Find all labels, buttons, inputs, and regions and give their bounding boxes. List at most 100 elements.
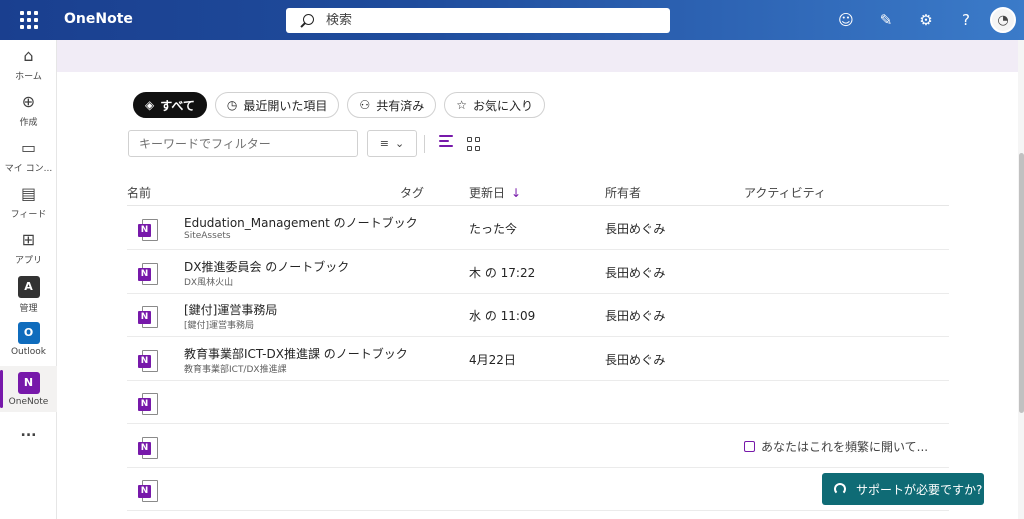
- tab-recent[interactable]: ◷ 最近開いた項目: [214, 92, 340, 118]
- top-banner: [57, 40, 1018, 72]
- owner-name: 長田めぐみ: [605, 309, 666, 323]
- updated-date: たった今: [469, 222, 518, 236]
- rail-item-my-content[interactable]: ▭ マイ コン...: [0, 138, 57, 174]
- search-icon: [300, 13, 314, 28]
- cube-icon: ◈: [145, 98, 155, 112]
- updated-date: 水 の 11:09: [469, 309, 536, 323]
- tab-shared[interactable]: ⚇ 共有済み: [347, 92, 437, 118]
- tab-label: 共有済み: [376, 98, 425, 113]
- rail-item-apps[interactable]: ⊞ アプリ: [0, 230, 57, 266]
- table-row[interactable]: N あなたはこれを頻繁に開いて...: [127, 425, 949, 468]
- tab-bar: ◈ すべて ◷ 最近開いた項目 ⚇ 共有済み ☆ お気に入り: [133, 92, 545, 118]
- activity: あなたはこれを頻繁に開いて...: [744, 438, 928, 455]
- owner-name: 長田めぐみ: [605, 265, 666, 280]
- rail-item-feed[interactable]: ▤ フィード: [0, 184, 57, 220]
- updated-date: 4月22日: [469, 352, 516, 367]
- onenote-notebook-icon: N: [138, 306, 158, 328]
- rail-item-label: アプリ: [14, 256, 42, 266]
- feedback-icon[interactable]: ✎: [866, 0, 906, 40]
- rail-item-label: フィード: [10, 210, 47, 220]
- onenote-notebook-icon: N: [138, 262, 158, 285]
- table-row[interactable]: N 教育事業部ICT-DX推進課 のノートブック教育事業部ICT/DX推進課 4月2…: [127, 338, 949, 381]
- keyword-filter-input[interactable]: [128, 130, 358, 157]
- rail-item-label: OneNote: [8, 397, 49, 407]
- column-header-name[interactable]: 名前: [127, 184, 151, 201]
- search-box[interactable]: [286, 8, 670, 33]
- onenote-notebook-icon: N: [138, 436, 158, 459]
- rail-item-create[interactable]: ⊕ 作成: [0, 92, 57, 128]
- support-button[interactable]: サポートが必要ですか?: [822, 473, 984, 505]
- onenote-notebook-icon: N: [138, 349, 158, 372]
- feed-icon: ▤: [20, 184, 37, 203]
- rail-item-home[interactable]: ⌂ ホーム: [0, 46, 57, 82]
- table-row[interactable]: N [鍵付]運営事務局 [鍵付]運営事務局 水 の 11:09 長田めぐみ: [127, 294, 949, 337]
- column-header-updated[interactable]: 更新日 ↓: [469, 184, 521, 201]
- scrollbar-thumb[interactable]: [1019, 153, 1024, 413]
- help-icon[interactable]: ?: [946, 0, 986, 40]
- updated-date: 木 の 17:22: [469, 265, 536, 280]
- filter-dropdown-button[interactable]: ≡ ⌄: [367, 130, 417, 157]
- table-header: 名前 タグ 更新日 ↓ 所有者 アクティビティ: [127, 176, 949, 206]
- onenote-notebook-icon: N: [138, 393, 158, 415]
- rail-item-outlook[interactable]: O Outlook: [0, 322, 57, 357]
- tab-all[interactable]: ◈ すべて: [133, 92, 207, 118]
- scrollbar[interactable]: [1018, 40, 1024, 519]
- admin-icon: A: [17, 276, 40, 298]
- column-header-tag[interactable]: タグ: [400, 184, 424, 201]
- tab-label: すべて: [160, 98, 195, 113]
- filter-lines-icon: ≡: [379, 137, 389, 150]
- table-row[interactable]: N: [127, 381, 949, 424]
- support-label: サポートが必要ですか?: [856, 482, 983, 497]
- top-bar: OneNote ☺ ✎ ⚙ ? ◔: [0, 0, 1024, 40]
- main-content: ◈ すべて ◷ 最近開いた項目 ⚇ 共有済み ☆ お気に入り ≡ ⌄ 名前 タグ…: [57, 72, 1018, 519]
- rail-item-label: マイ コン...: [4, 164, 53, 174]
- notebook-name[interactable]: 教育事業部ICT-DX推進課 のノートブック: [184, 345, 408, 362]
- top-icons: ☺ ✎ ⚙ ? ◔: [826, 0, 1024, 40]
- rail-item-label: ホーム: [15, 72, 42, 82]
- app-rail: ⌂ ホーム ⊕ 作成 ▭ マイ コン... ▤ フィード ⊞ アプリ A 管理 …: [0, 40, 57, 519]
- owner-name: 長田めぐみ: [605, 352, 666, 367]
- folder-icon: ▭: [20, 138, 37, 157]
- notebook-location: SiteAssets: [184, 231, 231, 241]
- notebook-location: DX風林火山: [184, 277, 234, 288]
- notebook-name[interactable]: [鍵付]運営事務局: [184, 301, 277, 318]
- column-header-owner[interactable]: 所有者: [605, 184, 641, 201]
- people-icon: ⚇: [359, 98, 371, 112]
- column-header-label: 更新日: [469, 186, 506, 200]
- tab-label: 最近開いた項目: [243, 98, 328, 113]
- onenote-notebook-icon: N: [138, 480, 158, 502]
- outlook-icon: O: [17, 322, 40, 344]
- notebook-location: [鍵付]運営事務局: [184, 321, 255, 331]
- app-name[interactable]: OneNote: [64, 11, 133, 27]
- open-external-icon: [744, 440, 755, 452]
- clock-icon: ◷: [226, 98, 238, 112]
- sort-down-arrow-icon: ↓: [511, 186, 522, 200]
- rail-more-button[interactable]: ...: [0, 424, 57, 440]
- settings-gear-icon[interactable]: ⚙: [906, 0, 946, 40]
- apps-icon: ⊞: [21, 230, 36, 249]
- rail-item-label: Outlook: [10, 347, 47, 357]
- grid-view-icon[interactable]: [467, 137, 481, 151]
- headset-icon: [834, 483, 846, 495]
- star-icon: ☆: [456, 98, 467, 112]
- notebook-name[interactable]: Edudation_Management のノートブック: [184, 214, 418, 231]
- rail-item-onenote[interactable]: N OneNote: [0, 366, 57, 412]
- divider: [424, 135, 425, 153]
- avatar[interactable]: ◔: [990, 7, 1016, 33]
- tab-label: お気に入り: [472, 98, 533, 113]
- onenote-notebook-icon: N: [138, 219, 158, 241]
- tab-favorites[interactable]: ☆ お気に入り: [444, 92, 545, 118]
- table-row[interactable]: N DX推進委員会 のノートブック DX風林火山 木 の 17:22 長田めぐみ: [127, 251, 949, 294]
- rail-item-label: 作成: [19, 118, 38, 128]
- smiley-icon[interactable]: ☺: [826, 0, 866, 40]
- notebook-location: 教育事業部ICT/DX推進課: [184, 364, 287, 375]
- waffle-icon[interactable]: [20, 11, 38, 29]
- list-view-icon[interactable]: [439, 135, 453, 151]
- column-header-activity[interactable]: アクティビティ: [744, 184, 826, 201]
- rail-item-admin[interactable]: A 管理: [0, 276, 57, 314]
- table-row[interactable]: N Edudation_Management のノートブック SiteAssets た…: [127, 207, 949, 250]
- activity-text: あなたはこれを頻繁に開いて...: [761, 439, 929, 454]
- notebook-name[interactable]: DX推進委員会 のノートブック: [184, 258, 349, 275]
- create-plus-icon: ⊕: [21, 92, 36, 111]
- search-input[interactable]: [326, 13, 626, 28]
